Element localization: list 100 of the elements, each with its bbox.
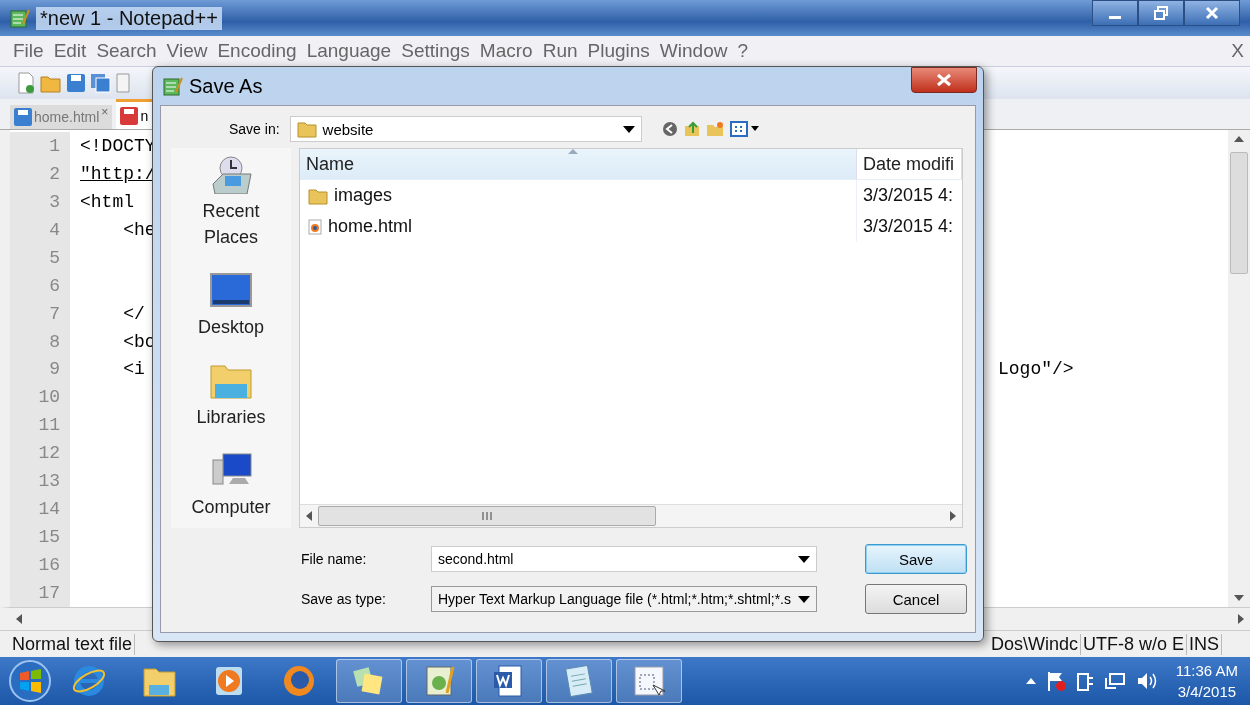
line-number: 13 xyxy=(10,467,70,496)
menu-item[interactable]: Search xyxy=(95,40,158,62)
column-header[interactable]: Date modifi xyxy=(857,149,962,179)
scrollbar-thumb[interactable] xyxy=(1230,152,1248,274)
save-as-type-label: Save as type: xyxy=(301,591,387,607)
taskbar-button[interactable] xyxy=(406,659,472,703)
minimize-button[interactable] xyxy=(1092,0,1138,26)
window-title: *new 1 - Notepad++ xyxy=(36,6,222,30)
scroll-down-arrow-icon[interactable] xyxy=(1234,595,1244,601)
menu-item[interactable]: Edit xyxy=(52,40,88,62)
restore-icon xyxy=(1154,6,1168,20)
speaker-icon[interactable] xyxy=(1135,671,1158,691)
place-item[interactable]: Recent Places xyxy=(186,154,276,251)
dialog-button[interactable]: Cancel xyxy=(865,584,967,614)
battery-plug-icon[interactable] xyxy=(1075,670,1094,692)
line-number: 1 xyxy=(10,132,70,160)
scroll-left-arrow-icon[interactable] xyxy=(16,614,22,624)
folder-icon xyxy=(308,186,328,205)
file-name-field[interactable]: second.html xyxy=(431,546,817,572)
start-button-icon[interactable] xyxy=(8,659,52,703)
tab-close-button[interactable]: × xyxy=(101,105,109,119)
save-as-type-field[interactable]: Hyper Text Markup Language file (*.html;*.htm;*.shtml;*.s xyxy=(431,586,817,612)
new-file-icon[interactable] xyxy=(16,72,36,94)
menu-item[interactable]: Window xyxy=(658,40,729,62)
file-tab[interactable]: home.html× xyxy=(10,105,113,129)
dialog-button[interactable]: Save xyxy=(865,544,967,574)
menu-item[interactable]: Run xyxy=(541,40,579,62)
tab-label: n xyxy=(140,107,149,124)
notepad-icon xyxy=(10,8,30,28)
menu-item[interactable]: Macro xyxy=(478,40,534,62)
clock[interactable]: 11:36 AM 3/4/2015 xyxy=(1175,662,1238,700)
menu-item[interactable]: View xyxy=(165,40,209,62)
dropdown-caret-icon[interactable] xyxy=(798,595,810,603)
scroll-right-arrow-icon[interactable] xyxy=(950,511,956,521)
taskbar-button[interactable] xyxy=(476,659,542,703)
grip-icon xyxy=(481,512,493,520)
line-number: 11 xyxy=(10,411,70,440)
place-item[interactable]: Desktop xyxy=(197,270,264,341)
close-button[interactable] xyxy=(1184,0,1240,26)
save-icon[interactable] xyxy=(66,73,86,93)
network-icon[interactable] xyxy=(1103,671,1126,691)
flag-icon[interactable] xyxy=(1045,670,1066,692)
save-in-dropdown[interactable]: website xyxy=(289,116,642,142)
up-folder-icon[interactable] xyxy=(683,121,700,137)
tab-label: home.html xyxy=(34,109,100,125)
line-number: 8 xyxy=(10,327,70,356)
place-item[interactable]: Computer xyxy=(191,450,271,521)
place-item[interactable]: Libraries xyxy=(196,360,266,431)
line-number: 12 xyxy=(10,439,70,468)
vertical-scrollbar[interactable] xyxy=(1228,130,1250,607)
horizontal-scrollbar[interactable] xyxy=(300,504,962,527)
clock-date: 3/4/2015 xyxy=(1177,683,1237,700)
show-hidden-icons-icon[interactable] xyxy=(1025,678,1036,684)
scroll-right-arrow-icon[interactable] xyxy=(1238,614,1244,624)
status-text: INS xyxy=(1187,633,1222,655)
taskbar-button[interactable] xyxy=(336,659,402,703)
file-name[interactable]: images xyxy=(300,180,857,211)
code-text: </ xyxy=(122,303,145,324)
menu-item[interactable]: ? xyxy=(736,40,749,62)
line-number: 4 xyxy=(10,215,70,244)
clock-time: 11:36 AM xyxy=(1175,662,1238,679)
file-name[interactable]: home.html xyxy=(300,211,857,242)
code-text: <html xyxy=(79,191,134,212)
notepad-icon xyxy=(163,76,183,96)
taskbar-button[interactable] xyxy=(546,659,612,703)
line-number: 2 xyxy=(10,159,70,188)
code-text: "http:/ xyxy=(79,163,156,184)
recent-icon xyxy=(209,154,253,194)
line-number: 10 xyxy=(10,383,70,412)
menu-item[interactable]: Language xyxy=(305,40,393,62)
menu-item[interactable]: Settings xyxy=(400,40,471,62)
line-number: 14 xyxy=(10,495,70,524)
restore-button[interactable] xyxy=(1138,0,1184,26)
line-number: 16 xyxy=(10,551,70,579)
column-header[interactable]: Name xyxy=(300,149,857,179)
line-number: 9 xyxy=(10,355,70,384)
taskbar-button[interactable] xyxy=(616,659,682,703)
menu-item[interactable]: Plugins xyxy=(586,40,651,62)
dialog-close-button[interactable] xyxy=(911,67,977,93)
back-icon[interactable] xyxy=(661,121,678,137)
scroll-up-arrow-icon[interactable] xyxy=(1234,136,1244,142)
close-document-button[interactable]: X xyxy=(1231,40,1244,62)
menu-item[interactable]: File xyxy=(12,40,45,62)
status-text: Dos\Windc xyxy=(988,633,1081,655)
save-all-icon[interactable] xyxy=(90,73,112,93)
firefox-icon xyxy=(281,663,317,699)
file-date: 3/3/2015 4: xyxy=(862,184,955,207)
code-text: <!DOCTY xyxy=(79,135,156,156)
menu-item[interactable]: Encoding xyxy=(216,40,298,62)
code-text: <i xyxy=(122,359,145,380)
dropdown-caret-icon[interactable] xyxy=(798,555,810,563)
file-date: 3/3/2015 4: xyxy=(862,215,955,238)
file-tab[interactable]: n xyxy=(116,99,153,129)
folder-icon xyxy=(296,120,317,138)
code-text: Logo"/> xyxy=(997,359,1074,380)
view-menu-icon[interactable] xyxy=(729,121,760,137)
dropdown-caret-icon xyxy=(622,125,635,133)
close-icon xyxy=(1205,6,1219,20)
dialog-title: Save As xyxy=(189,74,263,98)
scroll-left-arrow-icon[interactable] xyxy=(306,511,312,521)
